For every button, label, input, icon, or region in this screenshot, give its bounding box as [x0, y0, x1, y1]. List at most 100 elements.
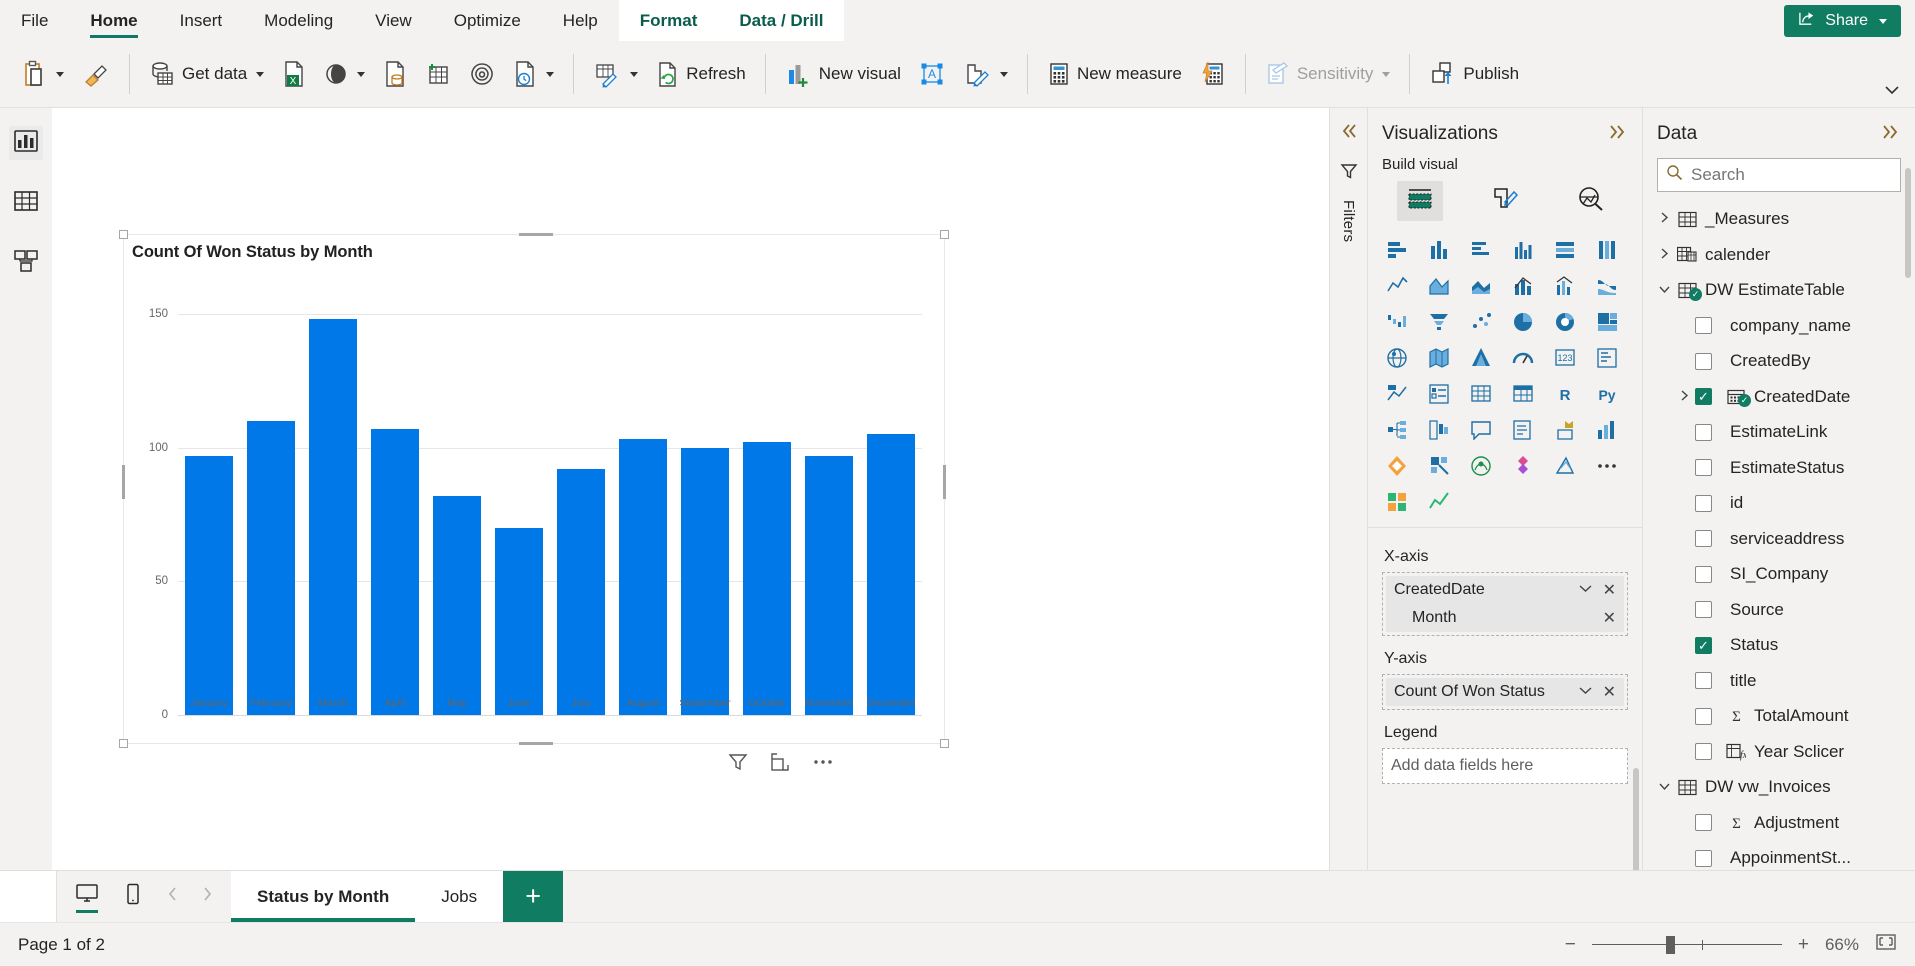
field-checkbox[interactable]: [1695, 459, 1712, 477]
power-automate-icon[interactable]: [1420, 449, 1457, 480]
field-checkbox[interactable]: [1695, 423, 1712, 441]
waterfall-chart-icon[interactable]: [1378, 305, 1415, 336]
python-visual-icon[interactable]: Py: [1588, 377, 1625, 408]
arcgis-map-icon[interactable]: [1462, 449, 1499, 480]
line-stacked-column-icon[interactable]: [1504, 269, 1541, 300]
remove-field-icon[interactable]: ✕: [1603, 580, 1616, 600]
resize-handle-top-center[interactable]: [519, 233, 553, 236]
chevron-down-icon[interactable]: [1578, 683, 1593, 701]
azure-ml-icon[interactable]: [1546, 449, 1583, 480]
chevron-right-icon[interactable]: [1653, 211, 1675, 227]
sql-server-button[interactable]: [374, 50, 416, 98]
chart-bar[interactable]: [804, 455, 854, 715]
filter-icon[interactable]: [728, 752, 748, 777]
field-well-pill[interactable]: Month ✕: [1386, 604, 1624, 632]
ribbon-tab-insert[interactable]: Insert: [159, 0, 244, 41]
zoom-out-button[interactable]: −: [1565, 934, 1576, 956]
ribbon-tab-modeling[interactable]: Modeling: [243, 0, 354, 41]
slicer-icon[interactable]: [1420, 377, 1457, 408]
100-stacked-column-chart-icon[interactable]: [1588, 233, 1625, 264]
chart-bar-column[interactable]: [550, 287, 612, 715]
donut-chart-icon[interactable]: [1546, 305, 1583, 336]
key-influencers-icon[interactable]: [1420, 413, 1457, 444]
field-checkbox[interactable]: [1695, 317, 1712, 335]
chart-bar[interactable]: [432, 495, 482, 715]
ribbon-tab-optimize[interactable]: Optimize: [433, 0, 542, 41]
chart-bar[interactable]: [184, 455, 234, 715]
clustered-column-chart-visual[interactable]: Count Of Won Status by Month 0 50 100 150 J…: [119, 230, 949, 771]
tab-format-visual[interactable]: [1482, 181, 1528, 221]
field-list-table-row[interactable]: _Measures: [1651, 202, 1915, 238]
field-checkbox[interactable]: [1695, 849, 1712, 867]
mobile-layout-button[interactable]: [113, 877, 153, 917]
card-icon[interactable]: 123: [1546, 341, 1583, 372]
field-checkbox[interactable]: [1695, 743, 1712, 761]
field-list-field-row[interactable]: Σ TotalAmount: [1651, 699, 1915, 735]
field-well-pill[interactable]: Count Of Won Status ✕: [1386, 678, 1624, 706]
data-pane-scrollbar[interactable]: [1905, 168, 1911, 278]
ribbon-tab-help[interactable]: Help: [542, 0, 619, 41]
field-list-field-row[interactable]: CreatedBy: [1651, 344, 1915, 380]
chart-bar[interactable]: [370, 428, 420, 715]
format-painter-button[interactable]: [73, 50, 119, 98]
new-measure-button[interactable]: New measure: [1038, 50, 1191, 98]
field-checkbox[interactable]: [1695, 352, 1712, 370]
double-chevron-right-icon[interactable]: [1879, 122, 1901, 146]
field-checkbox[interactable]: [1695, 814, 1712, 832]
field-checkbox[interactable]: [1695, 530, 1712, 548]
desktop-layout-button[interactable]: [67, 877, 107, 917]
more-options-icon[interactable]: [812, 752, 834, 777]
paste-button[interactable]: [12, 50, 73, 98]
field-list-field-row[interactable]: Source: [1651, 592, 1915, 628]
field-list-field-row[interactable]: title: [1651, 663, 1915, 699]
remove-field-icon[interactable]: ✕: [1603, 608, 1616, 628]
chart-bar[interactable]: [866, 434, 916, 715]
chart-bar-column[interactable]: [240, 287, 302, 715]
field-list-field-row[interactable]: Σ Adjustment: [1651, 805, 1915, 841]
chevron-right-icon[interactable]: [1673, 389, 1695, 405]
scatter-chart-icon[interactable]: [1462, 305, 1499, 336]
field-list-field-row[interactable]: EstimateLink: [1651, 415, 1915, 451]
visualizations-pane-scrollbar[interactable]: [1633, 768, 1639, 870]
multi-row-card-icon[interactable]: [1588, 341, 1625, 372]
field-list-field-row[interactable]: AppoinmentSt...: [1651, 841, 1915, 870]
100-stacked-bar-chart-icon[interactable]: [1546, 233, 1583, 264]
power-apps-icon[interactable]: [1378, 449, 1415, 480]
search-input[interactable]: [1691, 164, 1892, 185]
excel-workbook-button[interactable]: X: [273, 50, 315, 98]
r-script-visual-icon[interactable]: R: [1546, 377, 1583, 408]
quick-measure-button[interactable]: [1191, 50, 1235, 98]
chart-bar-column[interactable]: [860, 287, 922, 715]
dataflows-button[interactable]: [460, 50, 504, 98]
chart-bar-column[interactable]: [364, 287, 426, 715]
field-well-dropzone[interactable]: Count Of Won Status ✕: [1382, 674, 1628, 710]
chevron-down-icon[interactable]: [1653, 283, 1675, 298]
share-button[interactable]: Share: [1784, 5, 1901, 37]
remove-field-icon[interactable]: ✕: [1603, 682, 1616, 702]
zoom-in-button[interactable]: +: [1798, 934, 1809, 956]
sensitivity-button[interactable]: Sensitivity: [1256, 50, 1400, 98]
resize-handle-bottom-center[interactable]: [519, 742, 553, 745]
ribbon-tab-file[interactable]: File: [0, 0, 69, 41]
chart-bar-column[interactable]: [736, 287, 798, 715]
field-checkbox[interactable]: [1695, 388, 1712, 406]
tab-analytics[interactable]: [1567, 181, 1613, 221]
stacked-area-chart-icon[interactable]: [1462, 269, 1499, 300]
field-list-field-row[interactable]: serviceaddress: [1651, 521, 1915, 557]
chart-bar-column[interactable]: [798, 287, 860, 715]
recent-sources-button[interactable]: [504, 50, 563, 98]
decomposition-tree-icon[interactable]: [1378, 413, 1415, 444]
field-checkbox[interactable]: [1695, 636, 1712, 654]
chart-bar-column[interactable]: [426, 287, 488, 715]
line-chart-icon[interactable]: [1378, 269, 1415, 300]
field-well-pill[interactable]: CreatedDate ✕: [1386, 576, 1624, 604]
search-field-container[interactable]: [1657, 158, 1901, 192]
transform-data-button[interactable]: [584, 50, 647, 98]
field-list-field-row[interactable]: fx Year Sclicer: [1651, 734, 1915, 770]
sidebar-item-report-view[interactable]: [9, 126, 43, 160]
chart-bar[interactable]: [618, 439, 668, 715]
resize-handle-bottom-left[interactable]: [119, 739, 128, 748]
clustered-bar-chart-icon[interactable]: [1462, 233, 1499, 264]
field-well-dropzone[interactable]: CreatedDate ✕ Month ✕: [1382, 572, 1628, 636]
field-list-field-row[interactable]: Status: [1651, 628, 1915, 664]
